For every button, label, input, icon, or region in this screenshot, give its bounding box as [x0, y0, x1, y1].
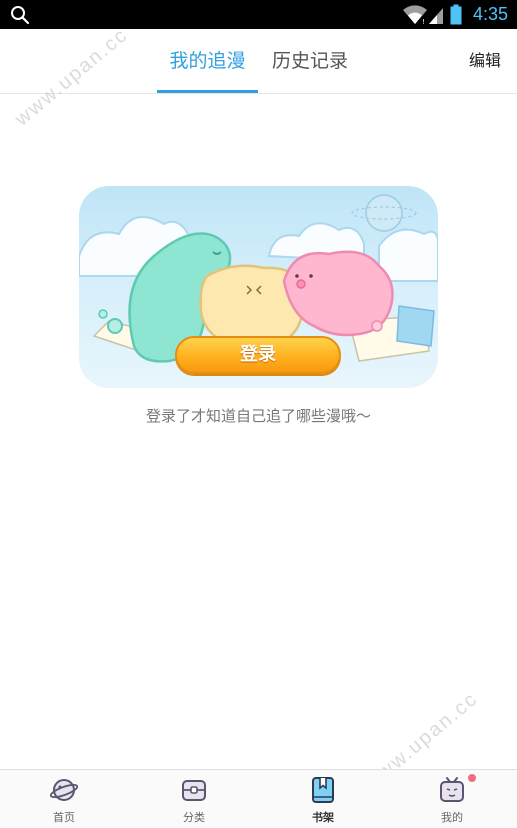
- category-box-icon: [182, 780, 206, 801]
- search-icon[interactable]: [10, 5, 30, 25]
- nav-label: 首页: [53, 811, 75, 824]
- bookshelf-icon: [312, 777, 334, 803]
- tv-face-icon: [440, 777, 464, 802]
- battery-icon: [450, 4, 462, 25]
- nav-label: 我的: [441, 811, 463, 824]
- nav-home[interactable]: 首页: [24, 770, 104, 828]
- signal-icon: [429, 8, 443, 24]
- login-button[interactable]: 登录: [175, 336, 341, 374]
- tab-label: 历史记录: [271, 50, 348, 72]
- app-screen: ! 4:35 我的追漫 历史记录 编辑 登录 登录了才知道自己追了哪些漫哦～ w…: [0, 0, 517, 828]
- wifi-icon: !: [403, 5, 427, 25]
- status-bar: ! 4:35: [0, 0, 517, 29]
- bottom-nav: 首页 分类 书架 我的: [0, 769, 517, 828]
- status-time: 4:35: [473, 4, 509, 24]
- nav-category[interactable]: 分类: [154, 770, 234, 828]
- login-illustration: 登录: [79, 186, 438, 388]
- nav-label: 分类: [183, 811, 205, 824]
- tab-my-follows[interactable]: 我的追漫: [157, 29, 258, 93]
- planet-icon: [50, 779, 78, 801]
- svg-text:!: !: [422, 18, 425, 25]
- tab-label: 我的追漫: [169, 50, 246, 72]
- active-tab-indicator: [157, 90, 258, 93]
- notification-badge: [468, 774, 476, 782]
- login-hint-text: 登录了才知道自己追了哪些漫哦～: [145, 407, 371, 425]
- tab-history[interactable]: 历史记录: [262, 29, 358, 93]
- nav-label: 书架: [312, 811, 334, 824]
- edit-button[interactable]: 编辑: [469, 29, 501, 93]
- nav-bookshelf[interactable]: 书架: [283, 770, 363, 828]
- nav-me[interactable]: 我的: [412, 770, 492, 828]
